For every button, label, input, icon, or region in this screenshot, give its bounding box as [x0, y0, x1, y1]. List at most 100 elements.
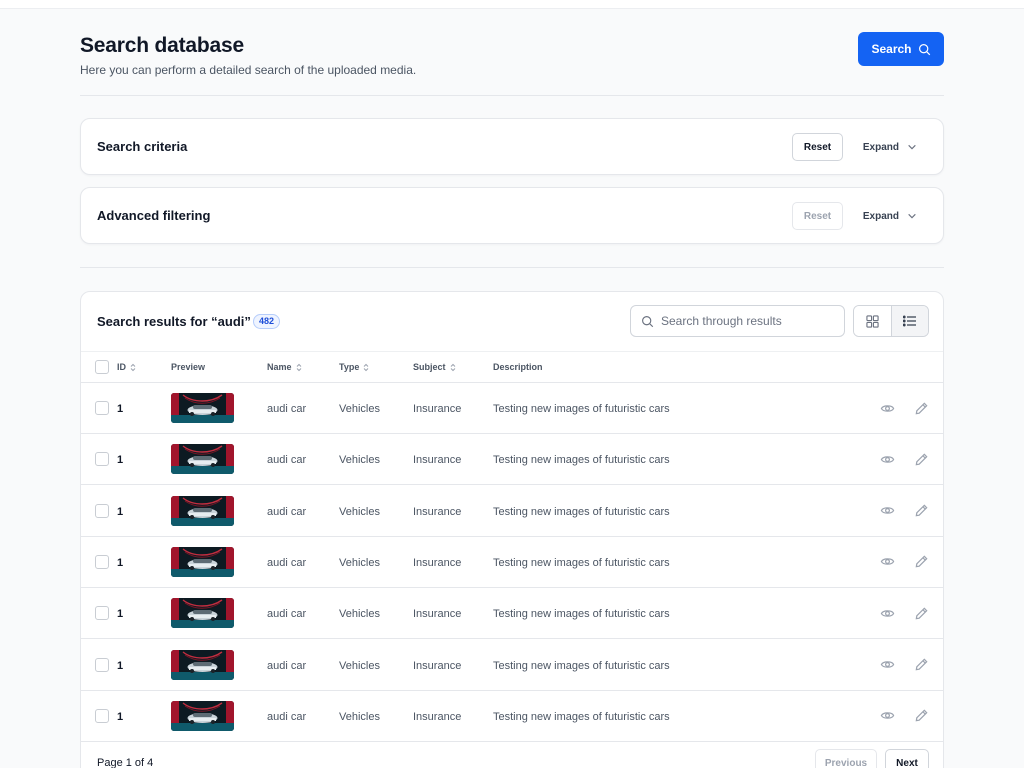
sort-icon [296, 363, 301, 371]
edit-action[interactable] [912, 656, 930, 674]
view-action[interactable] [878, 604, 896, 622]
table-row[interactable]: 1 audi car Vehicles Insurance Testing ne… [81, 588, 943, 640]
table-row[interactable]: 1 audi car Vehicles Insurance Testing ne… [81, 691, 943, 742]
pencil-icon [915, 709, 928, 722]
row-checkbox[interactable] [95, 657, 109, 672]
row-type: Vehicles [339, 505, 380, 518]
expand-label: Expand [862, 141, 899, 153]
eye-icon [880, 609, 894, 617]
edit-action[interactable] [912, 450, 930, 468]
eye-icon [880, 456, 894, 463]
results-search-box [630, 305, 845, 337]
car-thumbnail-image [171, 546, 234, 577]
row-type: Vehicles [339, 608, 380, 621]
top-bar [0, 0, 1024, 9]
table-row[interactable]: 1 audi car Vehicles Insurance Testing ne… [81, 434, 943, 486]
reset-button[interactable]: Reset [792, 133, 843, 161]
row-type: Vehicles [339, 556, 380, 569]
table-row[interactable]: 1 audi car Vehicles Insurance Testing ne… [81, 486, 943, 537]
row-id: 1 [117, 608, 124, 621]
view-toggle [853, 305, 929, 337]
preview-thumbnail[interactable] [171, 700, 234, 731]
row-id: 1 [117, 659, 124, 672]
pencil-icon [915, 504, 928, 517]
column-header-name[interactable]: Name [267, 362, 302, 372]
row-description: Testing new images of futuristic cars [493, 454, 670, 467]
preview-thumbnail[interactable] [171, 598, 234, 629]
row-description: Testing new images of futuristic cars [493, 556, 670, 569]
row-name: audi car [267, 505, 307, 518]
edit-action[interactable] [912, 553, 930, 571]
row-checkbox[interactable] [95, 503, 109, 518]
view-action[interactable] [878, 656, 896, 674]
row-checkbox[interactable] [95, 708, 109, 723]
row-subject: Insurance [413, 710, 462, 723]
sort-icon [450, 363, 455, 371]
chevron-down-icon [908, 213, 916, 219]
previous-page-button[interactable]: Previous [815, 749, 877, 768]
search-icon [918, 43, 930, 55]
edit-action[interactable] [912, 502, 930, 520]
row-checkbox[interactable] [95, 606, 109, 621]
view-action[interactable] [878, 502, 896, 520]
preview-thumbnail[interactable] [171, 444, 234, 475]
row-name: audi car [267, 659, 307, 672]
results-title: Search results for “audi” [97, 314, 251, 329]
list-view-button[interactable] [890, 306, 928, 336]
view-action[interactable] [878, 553, 896, 571]
next-page-button[interactable]: Next [885, 749, 929, 768]
preview-thumbnail[interactable] [171, 393, 234, 423]
list-view-icon [902, 315, 916, 327]
row-checkbox[interactable] [95, 452, 109, 467]
view-action[interactable] [878, 450, 896, 468]
row-name: audi car [267, 403, 307, 415]
select-all-checkbox[interactable] [95, 360, 109, 374]
search-criteria-panel: Search criteria Reset Expand [80, 118, 944, 175]
eye-icon [880, 712, 894, 720]
results-search-input[interactable] [661, 314, 831, 328]
preview-thumbnail[interactable] [171, 649, 234, 680]
edit-action[interactable] [912, 604, 930, 622]
results-card: Search results for “audi” 482 ID Preview… [80, 291, 944, 768]
grid-view-icon [866, 314, 879, 328]
preview-thumbnail[interactable] [171, 495, 234, 526]
view-action[interactable] [878, 399, 896, 417]
table-row[interactable]: 1 audi car Vehicles Insurance Testing ne… [81, 383, 943, 434]
page-header: Search database Here you can perform a d… [80, 32, 944, 82]
column-header-type[interactable]: Type [339, 362, 369, 372]
row-checkbox[interactable] [95, 554, 109, 569]
row-id: 1 [117, 403, 124, 415]
row-id: 1 [117, 710, 124, 723]
row-subject: Insurance [413, 403, 462, 415]
row-name: audi car [267, 710, 307, 723]
car-thumbnail-image [171, 393, 234, 423]
row-checkbox[interactable] [95, 401, 109, 415]
column-header-subject[interactable]: Subject [413, 362, 456, 372]
expand-button[interactable]: Expand [863, 202, 917, 230]
search-button-label: Search [871, 42, 912, 56]
table-row[interactable]: 1 audi car Vehicles Insurance Testing ne… [81, 537, 943, 588]
car-thumbnail-image [171, 495, 234, 526]
preview-thumbnail[interactable] [171, 546, 234, 577]
edit-action[interactable] [912, 707, 930, 725]
grid-view-button[interactable] [854, 306, 891, 336]
edit-action[interactable] [912, 399, 930, 417]
column-header-id[interactable]: ID [117, 362, 136, 372]
expand-button[interactable]: Expand [863, 133, 917, 161]
pencil-icon [915, 401, 928, 414]
pencil-icon [915, 607, 928, 620]
column-header-description: Description [493, 362, 543, 372]
row-subject: Insurance [413, 505, 462, 518]
pencil-icon [915, 555, 928, 568]
search-button[interactable]: Search [858, 32, 944, 66]
pagination: Page 1 of 4 Previous Next [81, 741, 943, 768]
table-row[interactable]: 1 audi car Vehicles Insurance Testing ne… [81, 640, 943, 691]
reset-button-disabled[interactable]: Reset [792, 202, 843, 230]
view-action[interactable] [878, 707, 896, 725]
car-thumbnail-image [171, 444, 234, 475]
column-label: Subject [413, 362, 446, 372]
page-subtitle: Here you can perform a detailed search o… [80, 63, 417, 77]
header-divider [80, 95, 944, 96]
panel-title: Advanced filtering [97, 208, 211, 223]
table-header: ID Preview Name Type Subject Description [81, 351, 943, 383]
